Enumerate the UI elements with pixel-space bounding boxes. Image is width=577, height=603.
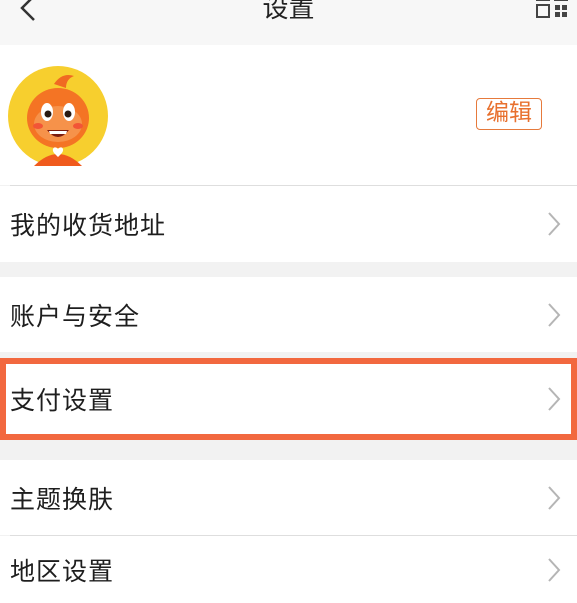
menu-item-region[interactable]: 地区设置 (0, 536, 577, 603)
menu-item-account-security[interactable]: 账户与安全 (0, 277, 577, 352)
chevron-right-icon (548, 302, 561, 327)
edit-button[interactable]: 编辑 (476, 98, 542, 130)
qr-code-icon[interactable] (535, 0, 569, 22)
menu-item-shipping-address[interactable]: 我的收货地址 (0, 186, 577, 262)
menu-item-label: 支付设置 (10, 386, 115, 415)
menu-item-label: 地区设置 (10, 556, 115, 586)
header-bar: 设置 (0, 0, 577, 45)
chevron-right-icon (548, 387, 561, 411)
chevron-right-icon (548, 212, 561, 236)
chevron-right-icon (548, 485, 561, 510)
menu-item-label: 主题换肤 (10, 484, 115, 514)
avatar[interactable] (8, 66, 108, 166)
menu-item-label: 我的收货地址 (10, 211, 167, 240)
profile-section: 编辑 (0, 45, 577, 185)
menu-item-theme[interactable]: 主题换肤 (0, 460, 577, 535)
page-title: 设置 (262, 0, 315, 24)
menu-item-label: 账户与安全 (10, 301, 141, 331)
menu-item-payment-settings[interactable]: 支付设置 (0, 364, 577, 434)
chevron-right-icon (548, 557, 561, 582)
